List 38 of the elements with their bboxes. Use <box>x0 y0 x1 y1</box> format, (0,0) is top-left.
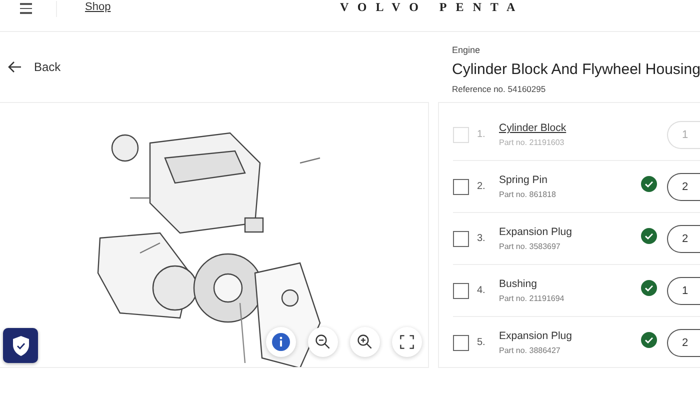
zoom-in-icon <box>356 333 374 351</box>
part-name: Bushing <box>499 278 538 290</box>
item-number: 3. <box>477 233 486 244</box>
shop-link[interactable]: Shop <box>85 1 111 13</box>
quantity-field[interactable]: 2 <box>667 172 700 200</box>
quantity-field[interactable]: 2 <box>667 328 700 356</box>
checkbox[interactable] <box>453 230 469 246</box>
part-number: Part no. 3583697 <box>499 242 562 251</box>
logo: VOLVO PENTA <box>340 0 524 15</box>
part-name: Expansion Plug <box>499 330 573 342</box>
part-number: Part no. 3886427 <box>499 346 562 355</box>
fullscreen-button[interactable] <box>392 327 422 357</box>
part-name: Expansion Plug <box>499 226 573 238</box>
part-number: Part no. 21191603 <box>499 138 566 147</box>
quantity-field[interactable]: 2 <box>667 224 700 252</box>
fullscreen-icon <box>398 333 416 351</box>
category-label: Engine <box>452 45 482 55</box>
zoom-out-button[interactable] <box>308 327 338 357</box>
item-number: 4. <box>477 285 486 296</box>
item-number: 1. <box>477 129 486 140</box>
zoom-in-button[interactable] <box>350 327 380 357</box>
reference-number: Reference no. 54160295 <box>452 84 547 94</box>
menu-icon[interactable] <box>20 1 32 16</box>
info-icon <box>271 332 291 352</box>
item-number: 5. <box>477 337 486 348</box>
checkbox[interactable] <box>453 282 469 298</box>
part-number: Part no. 861818 <box>499 190 557 199</box>
back-button[interactable]: Back <box>8 56 61 78</box>
quantity-field[interactable]: 1 <box>667 276 700 304</box>
checkbox[interactable] <box>453 334 469 350</box>
page-title: Cylinder Block And Flywheel Housing <box>452 61 700 78</box>
item-number: 2. <box>477 181 486 192</box>
zoom-out-icon <box>314 333 332 351</box>
part-name: Spring Pin <box>499 174 548 186</box>
arrow-icon <box>8 61 22 73</box>
checkbox[interactable] <box>453 178 469 194</box>
shield-icon[interactable] <box>3 328 38 363</box>
part-number: Part no. 21191694 <box>499 294 566 303</box>
